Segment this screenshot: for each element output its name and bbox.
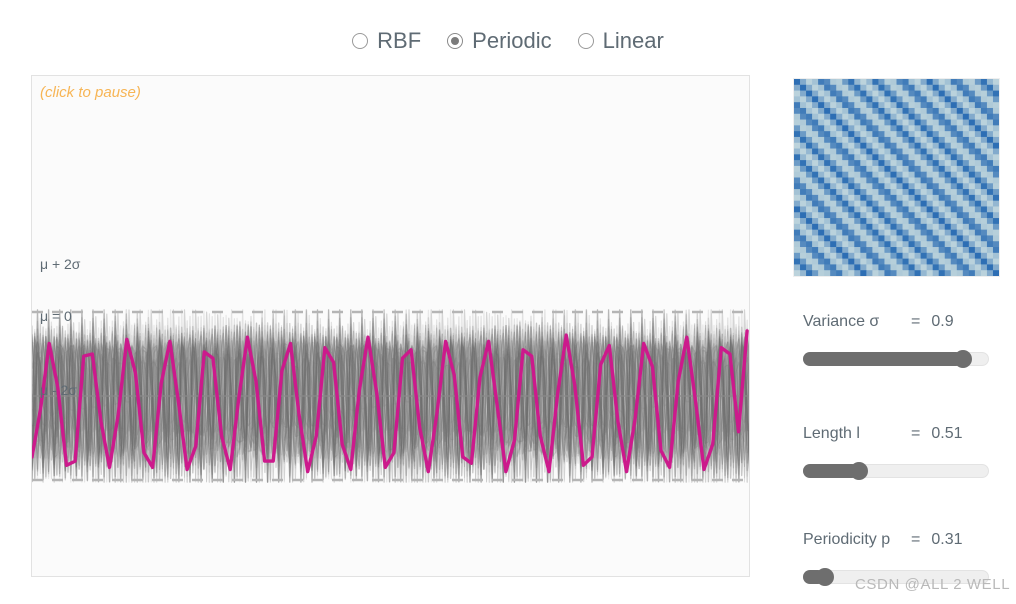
radio-circle-icon (447, 33, 464, 49)
radio-label-linear: Linear (602, 28, 664, 53)
control-variance-equals: = (911, 313, 921, 330)
control-variance: Variance σ = 0.9 (803, 313, 989, 368)
control-periodicity-row: Periodicity p = 0.31 (803, 531, 989, 549)
control-length-value: 0.51 (931, 425, 963, 442)
kernel-selector: RBF Periodic Linear (0, 30, 1016, 52)
control-periodicity-value: 0.31 (931, 531, 963, 548)
slider-periodicity[interactable] (803, 568, 989, 586)
control-length-name: Length l (803, 425, 860, 442)
control-periodicity: Periodicity p = 0.31 (803, 531, 989, 586)
radio-circle-icon (577, 33, 594, 49)
control-length-equals: = (911, 425, 921, 442)
radio-option-periodic[interactable]: Periodic (447, 28, 552, 53)
band-label-upper: μ + 2σ (40, 256, 81, 272)
control-variance-row: Variance σ = 0.9 (803, 313, 989, 331)
kernel-covariance-matrix (793, 78, 1000, 277)
gp-samples-plot[interactable]: (click to pause) μ + 2σ μ = 0 μ - 2σ (31, 75, 750, 577)
slider-length-thumb[interactable] (850, 462, 868, 480)
control-length: Length l = 0.51 (803, 425, 989, 480)
slider-variance-thumb[interactable] (954, 350, 972, 368)
radio-label-periodic: Periodic (472, 28, 552, 53)
band-label-lower: μ - 2σ (40, 382, 77, 398)
radio-circle-icon (352, 33, 369, 49)
radio-option-rbf[interactable]: RBF (352, 30, 421, 52)
radio-label-rbf: RBF (377, 28, 422, 53)
control-periodicity-name: Periodicity p (803, 531, 891, 548)
band-label-mean: μ = 0 (40, 308, 72, 324)
slider-variance[interactable] (803, 350, 989, 368)
control-periodicity-equals: = (911, 531, 921, 548)
pause-hint-label: (click to pause) (40, 84, 141, 101)
radio-option-linear[interactable]: Linear (577, 28, 664, 53)
gp-plot-canvas (32, 309, 749, 483)
control-variance-name: Variance σ (803, 313, 880, 330)
control-length-row: Length l = 0.51 (803, 425, 989, 443)
radio-dot-icon (451, 37, 460, 45)
slider-length[interactable] (803, 462, 989, 480)
slider-variance-fill (803, 352, 963, 366)
covariance-heatmap-canvas (794, 79, 999, 276)
control-variance-value: 0.9 (931, 313, 954, 330)
slider-periodicity-thumb[interactable] (816, 568, 834, 586)
